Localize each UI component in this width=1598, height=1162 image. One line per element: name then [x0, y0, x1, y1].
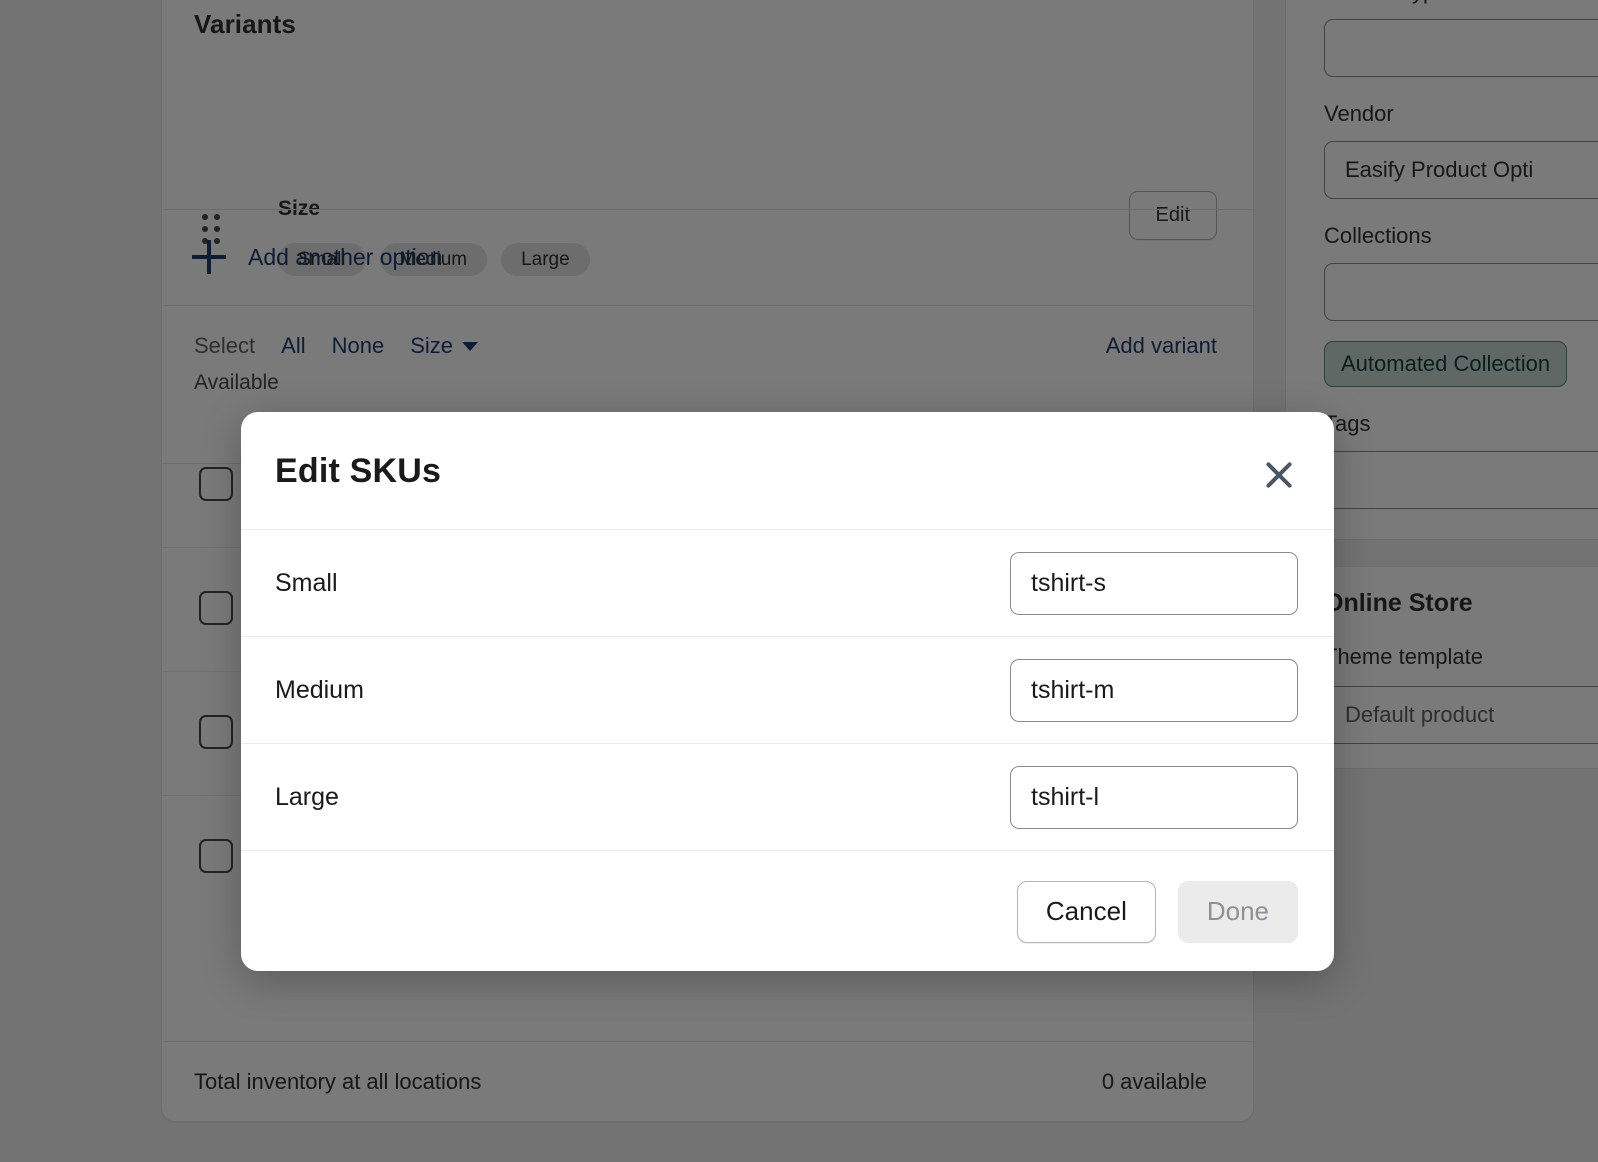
sku-row-label: Large [275, 783, 339, 812]
sku-input-medium[interactable] [1010, 659, 1298, 722]
done-button[interactable]: Done [1178, 881, 1298, 943]
sku-input-large[interactable] [1010, 766, 1298, 829]
cancel-button[interactable]: Cancel [1017, 881, 1156, 943]
sku-row-small: Small [241, 529, 1334, 636]
sku-row-label: Medium [275, 676, 364, 705]
edit-skus-modal: Edit SKUs Small Medium Large Cancel Done [241, 412, 1334, 971]
screen: Variants Size Small Medium Large Edit Ad… [0, 0, 1598, 1162]
close-icon[interactable] [1260, 456, 1298, 494]
modal-footer: Cancel Done [241, 850, 1334, 971]
modal-title: Edit SKUs [275, 452, 441, 491]
modal-header: Edit SKUs [241, 412, 1334, 529]
sku-row-label: Small [275, 569, 338, 598]
sku-row-medium: Medium [241, 636, 1334, 743]
sku-row-large: Large [241, 743, 1334, 850]
sku-input-small[interactable] [1010, 552, 1298, 615]
